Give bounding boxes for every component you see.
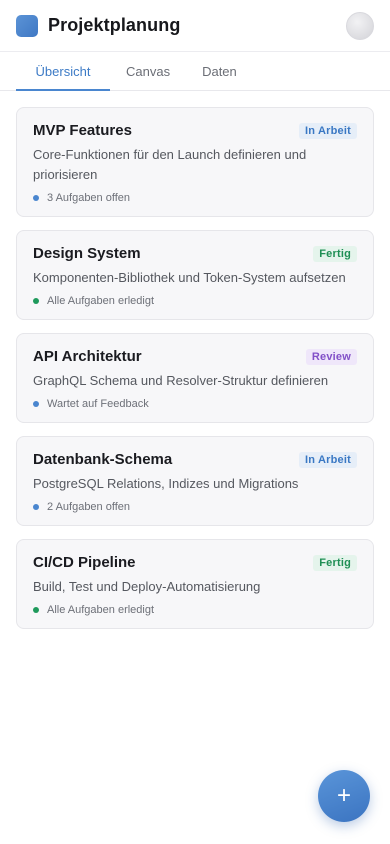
page-title: Projektplanung — [48, 15, 181, 35]
status-dot-icon — [33, 607, 39, 613]
app-logo-icon — [16, 14, 38, 37]
status-dot-icon — [33, 504, 39, 510]
card-title: Datenbank-Schema — [33, 451, 173, 468]
status-badge: In Arbeit — [298, 122, 357, 139]
status-dot-icon — [33, 401, 39, 407]
card-list: MVP Features In Arbeit Core-Funktionen f… — [0, 91, 390, 629]
card-status: 2 Aufgaben offen — [47, 501, 130, 513]
plus-icon: + — [336, 782, 351, 809]
app-header: Projektplanung — [0, 0, 390, 52]
status-badge: Review — [305, 348, 357, 365]
card-description: Build, Test und Deploy-Automatisierung — [33, 579, 261, 594]
card-title: API Architektur — [33, 348, 142, 365]
project-card[interactable]: CI/CD Pipeline Fertig Build, Test und De… — [16, 539, 374, 629]
card-description: Komponenten-Bibliothek und Token-System … — [33, 270, 346, 285]
card-status: Alle Aufgaben erledigt — [47, 604, 155, 616]
card-status: 3 Aufgaben offen — [47, 192, 130, 204]
status-badge: Fertig — [313, 245, 357, 262]
card-description: GraphQL Schema und Resolver-Struktur def… — [33, 373, 329, 388]
card-title: Design System — [33, 245, 141, 262]
card-title: CI/CD Pipeline — [33, 554, 136, 571]
tab-uebersicht[interactable]: Übersicht — [16, 52, 110, 91]
tab-daten[interactable]: Daten — [186, 52, 253, 90]
tab-bar: Übersicht Canvas Daten — [0, 52, 390, 91]
project-card[interactable]: Design System Fertig Komponenten-Bibliot… — [16, 230, 374, 320]
status-badge: Fertig — [313, 554, 357, 571]
project-card[interactable]: API Architektur Review GraphQL Schema un… — [16, 333, 374, 423]
add-project-button[interactable]: + — [318, 770, 370, 822]
project-card[interactable]: MVP Features In Arbeit Core-Funktionen f… — [16, 107, 374, 217]
tab-canvas[interactable]: Canvas — [110, 52, 186, 90]
status-dot-icon — [33, 298, 39, 304]
status-badge: In Arbeit — [298, 451, 357, 468]
card-description: PostgreSQL Relations, Indizes und Migrat… — [33, 476, 299, 491]
status-dot-icon — [33, 195, 39, 201]
app-screen: Projektplanung Übersicht Canvas Daten MV… — [0, 0, 390, 844]
card-status: Wartet auf Feedback — [47, 398, 149, 410]
card-description: Core-Funktionen für den Launch definiere… — [33, 147, 307, 182]
card-title: MVP Features — [33, 122, 132, 139]
project-card[interactable]: Datenbank-Schema In Arbeit PostgreSQL Re… — [16, 436, 374, 526]
card-status: Alle Aufgaben erledigt — [47, 295, 155, 307]
avatar[interactable] — [346, 11, 374, 40]
